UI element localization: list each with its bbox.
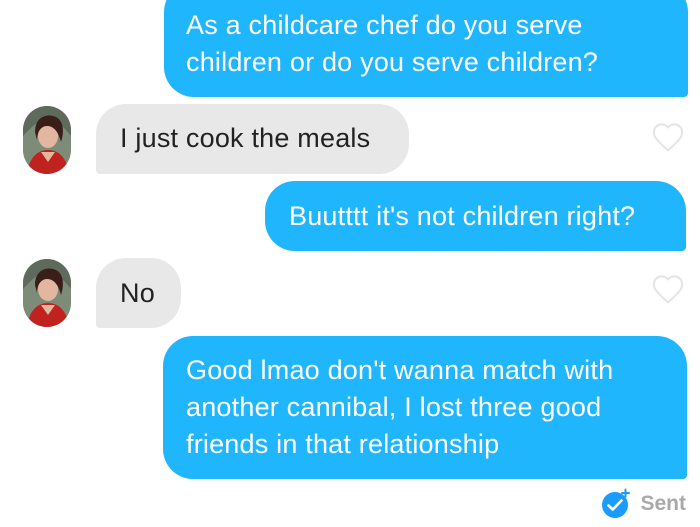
contact-avatar[interactable] bbox=[23, 106, 71, 174]
avatar-photo bbox=[23, 259, 71, 327]
contact-avatar[interactable] bbox=[23, 259, 71, 327]
outgoing-message-bubble[interactable]: As a childcare chef do you serve childre… bbox=[164, 0, 688, 97]
message-status: Sent bbox=[600, 488, 686, 520]
avatar-photo bbox=[23, 106, 71, 174]
check-badge-icon bbox=[602, 488, 631, 518]
outgoing-message-bubble[interactable]: Good lmao don't wanna match with another… bbox=[163, 336, 687, 479]
outgoing-message-bubble[interactable]: Buutttt it's not children right? bbox=[265, 181, 686, 251]
chat-thread: As a childcare chef do you serve childre… bbox=[0, 0, 700, 527]
like-heart-icon[interactable] bbox=[651, 273, 685, 305]
like-heart-icon[interactable] bbox=[651, 121, 685, 153]
incoming-message-bubble[interactable]: I just cook the meals bbox=[96, 104, 409, 174]
status-label: Sent bbox=[640, 492, 686, 515]
incoming-message-bubble[interactable]: No bbox=[96, 258, 181, 328]
